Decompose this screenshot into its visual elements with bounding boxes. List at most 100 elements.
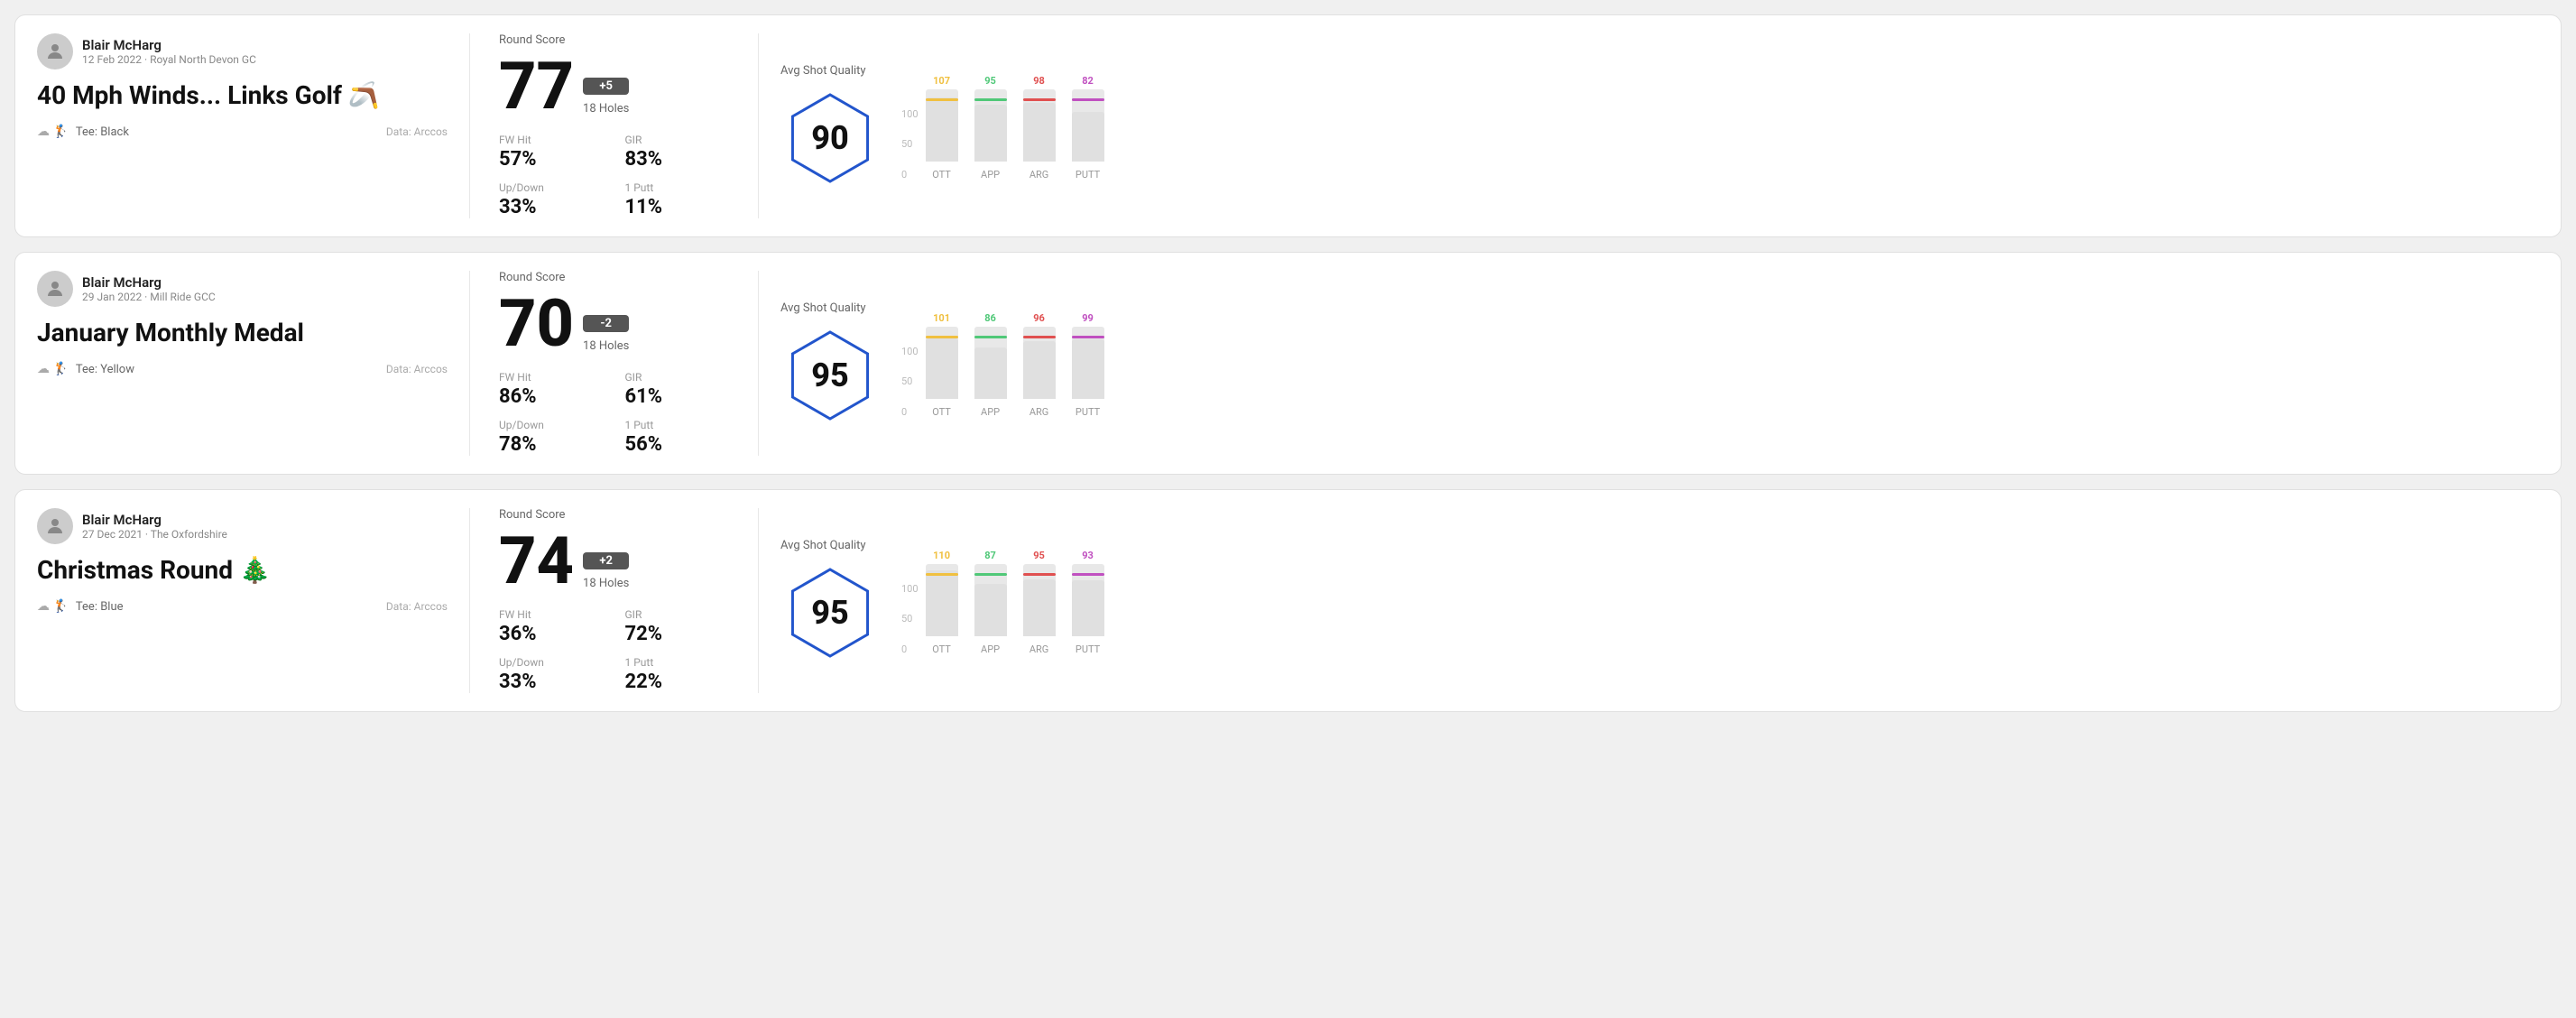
bar-axis-label: PUTT <box>1076 643 1100 655</box>
bar-axis-label: ARG <box>1029 169 1048 180</box>
fw-hit-value: 86% <box>499 385 604 408</box>
holes-label: 18 Holes <box>583 102 629 116</box>
up-down-stat: Up/Down 78% <box>499 419 604 456</box>
bar-column: 93 PUTT <box>1072 564 1104 655</box>
weather-icon: ☁ 🏌 <box>37 125 69 139</box>
score-section: Round Score 70 -2 18 Holes FW Hit 86% GI… <box>470 271 759 456</box>
score-info: -2 18 Holes <box>583 315 629 356</box>
round-card: Blair McHarg 12 Feb 2022 · Royal North D… <box>14 14 2562 237</box>
avg-shot-quality-label: Avg Shot Quality <box>780 64 866 78</box>
avatar <box>37 271 73 307</box>
bar-column: 107 OTT <box>926 89 958 180</box>
quality-left: Avg Shot Quality 90 <box>780 64 880 188</box>
bar-column: 87 APP <box>974 564 1007 655</box>
one-putt-label: 1 Putt <box>625 656 730 669</box>
user-name: Blair McHarg <box>82 512 227 528</box>
up-down-label: Up/Down <box>499 656 604 669</box>
hexagon-container: 90 <box>780 88 880 188</box>
bar-value-label: 82 <box>1082 75 1094 87</box>
stats-grid: FW Hit 57% GIR 83% Up/Down 33% 1 Putt 11… <box>499 134 729 218</box>
date-course: 29 Jan 2022 · Mill Ride GCC <box>82 291 216 303</box>
quality-section: Avg Shot Quality 95 100 50 0 110 <box>759 508 2539 693</box>
tee-info: ☁ 🏌 Tee: Yellow <box>37 362 134 376</box>
bar-axis-label: ARG <box>1029 406 1048 418</box>
bar-chart: 100 50 0 110 OTT 87 <box>901 547 2517 655</box>
user-name: Blair McHarg <box>82 37 256 53</box>
bar-column: 98 ARG <box>1023 89 1056 180</box>
up-down-label: Up/Down <box>499 419 604 431</box>
avg-shot-quality-label: Avg Shot Quality <box>780 539 866 552</box>
gir-label: GIR <box>625 371 730 384</box>
bar-value-label: 95 <box>1033 550 1045 561</box>
bar-axis-label: APP <box>981 406 1000 418</box>
bar-value-label: 86 <box>984 312 996 324</box>
round-info-section: Blair McHarg 12 Feb 2022 · Royal North D… <box>37 33 470 218</box>
hex-score-value: 95 <box>811 356 849 394</box>
gir-value: 72% <box>625 623 730 645</box>
one-putt-label: 1 Putt <box>625 181 730 194</box>
gir-stat: GIR 61% <box>625 371 730 408</box>
bar-column: 95 ARG <box>1023 564 1056 655</box>
up-down-label: Up/Down <box>499 181 604 194</box>
bar-axis-label: APP <box>981 169 1000 180</box>
user-row: Blair McHarg 27 Dec 2021 · The Oxfordshi… <box>37 508 448 544</box>
bar-axis-label: OTT <box>932 643 951 655</box>
score-diff-badge: +5 <box>583 78 629 95</box>
up-down-stat: Up/Down 33% <box>499 656 604 693</box>
bar-axis-label: ARG <box>1029 643 1048 655</box>
bar-column: 99 PUTT <box>1072 327 1104 418</box>
round-info-section: Blair McHarg 29 Jan 2022 · Mill Ride GCC… <box>37 271 470 456</box>
hexagon-container: 95 <box>780 563 880 662</box>
fw-hit-label: FW Hit <box>499 608 604 621</box>
round-title: 40 Mph Winds... Links Golf 🪃 <box>37 80 448 110</box>
score-number: 74 <box>499 529 574 594</box>
tee-label: Tee: Blue <box>76 600 124 614</box>
bar-axis-label: OTT <box>932 406 951 418</box>
data-source: Data: Arccos <box>386 125 448 138</box>
footer-row: ☁ 🏌 Tee: Blue Data: Arccos <box>37 599 448 614</box>
score-section: Round Score 74 +2 18 Holes FW Hit 36% GI… <box>470 508 759 693</box>
user-icon <box>44 515 66 537</box>
hex-score-value: 90 <box>811 119 849 157</box>
up-down-value: 33% <box>499 671 604 693</box>
round-score-label: Round Score <box>499 508 729 522</box>
bar-value-label: 95 <box>984 75 996 87</box>
bar-value-label: 107 <box>933 75 950 87</box>
up-down-stat: Up/Down 33% <box>499 181 604 218</box>
one-putt-stat: 1 Putt 56% <box>625 419 730 456</box>
gir-label: GIR <box>625 608 730 621</box>
user-name: Blair McHarg <box>82 274 216 291</box>
up-down-value: 33% <box>499 196 604 218</box>
footer-row: ☁ 🏌 Tee: Yellow Data: Arccos <box>37 362 448 376</box>
avg-shot-quality-label: Avg Shot Quality <box>780 301 866 315</box>
data-source: Data: Arccos <box>386 363 448 375</box>
bar-axis-label: PUTT <box>1076 406 1100 418</box>
date-course: 12 Feb 2022 · Royal North Devon GC <box>82 53 256 66</box>
round-score-label: Round Score <box>499 33 729 47</box>
hex-score-value: 95 <box>811 594 849 632</box>
score-row: 77 +5 18 Holes <box>499 54 729 119</box>
quality-section: Avg Shot Quality 95 100 50 0 101 <box>759 271 2539 456</box>
score-info: +5 18 Holes <box>583 78 629 119</box>
user-info: Blair McHarg 12 Feb 2022 · Royal North D… <box>82 37 256 66</box>
score-diff-badge: -2 <box>583 315 629 332</box>
quality-section: Avg Shot Quality 90 100 50 0 107 <box>759 33 2539 218</box>
round-score-label: Round Score <box>499 271 729 284</box>
bar-value-label: 99 <box>1082 312 1094 324</box>
hexagon-container: 95 <box>780 326 880 425</box>
score-diff-badge: +2 <box>583 552 629 569</box>
stats-grid: FW Hit 36% GIR 72% Up/Down 33% 1 Putt 22… <box>499 608 729 693</box>
fw-hit-stat: FW Hit 57% <box>499 134 604 171</box>
score-row: 70 -2 18 Holes <box>499 292 729 356</box>
quality-left: Avg Shot Quality 95 <box>780 539 880 662</box>
bar-value-label: 110 <box>933 550 950 561</box>
one-putt-label: 1 Putt <box>625 419 730 431</box>
gir-stat: GIR 72% <box>625 608 730 645</box>
one-putt-stat: 1 Putt 22% <box>625 656 730 693</box>
bar-value-label: 93 <box>1082 550 1094 561</box>
bar-chart: 100 50 0 107 OTT 95 <box>901 72 2517 180</box>
holes-label: 18 Holes <box>583 339 629 353</box>
up-down-value: 78% <box>499 433 604 456</box>
bar-axis-label: APP <box>981 643 1000 655</box>
user-info: Blair McHarg 29 Jan 2022 · Mill Ride GCC <box>82 274 216 303</box>
